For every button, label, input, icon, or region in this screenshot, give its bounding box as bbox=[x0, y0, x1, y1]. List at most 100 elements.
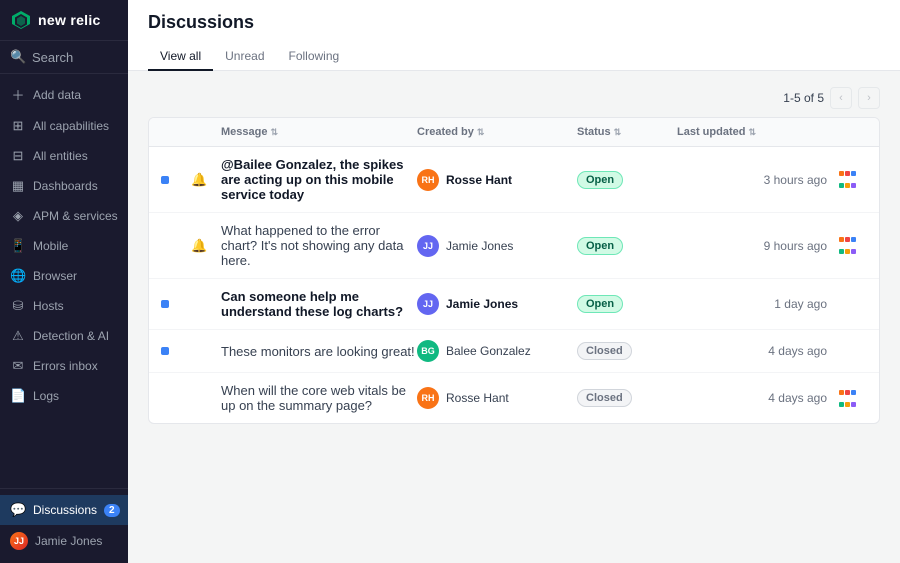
sidebar-search-label: Search bbox=[32, 50, 73, 65]
creator-avatar: RH bbox=[417, 387, 439, 409]
table-area: 1-5 of 5 ‹ › Message ⇅ Created by ⇅ Stat… bbox=[128, 71, 900, 563]
search-icon: 🔍 bbox=[10, 49, 26, 65]
sidebar-item-hosts[interactable]: ⛁ Hosts bbox=[0, 291, 128, 321]
table-row[interactable]: 🔔 @Bailee Gonzalez, the spikes are acting… bbox=[149, 147, 879, 213]
new-relic-action-icon[interactable] bbox=[835, 168, 859, 192]
pagination-next-button[interactable]: › bbox=[858, 87, 880, 109]
creator-name: Rosse Hant bbox=[446, 391, 509, 405]
sidebar-search[interactable]: 🔍 Search bbox=[0, 41, 128, 74]
sidebar-item-hosts-label: Hosts bbox=[33, 299, 64, 313]
unread-indicator bbox=[161, 347, 191, 355]
last-updated-cell: 3 hours ago bbox=[677, 173, 827, 187]
col-header-status: Status ⇅ bbox=[577, 126, 677, 138]
sidebar-item-errors-inbox[interactable]: ✉ Errors inbox bbox=[0, 351, 128, 381]
status-cell: Open bbox=[577, 295, 677, 313]
discussions-badge: 2 bbox=[104, 504, 120, 517]
sidebar-logo: new relic bbox=[0, 0, 128, 41]
hosts-icon: ⛁ bbox=[10, 298, 26, 314]
bell-cell: 🔔 bbox=[191, 238, 221, 254]
creator-avatar: RH bbox=[417, 169, 439, 191]
sidebar-item-discussions-label: Discussions bbox=[33, 503, 97, 517]
sidebar-item-user[interactable]: JJ Jamie Jones bbox=[0, 525, 128, 557]
creator-cell: JJ Jamie Jones bbox=[417, 235, 577, 257]
sidebar-item-all-capabilities[interactable]: ⊞ All capabilities bbox=[0, 111, 128, 141]
main-content: Discussions View all Unread Following 1-… bbox=[128, 0, 900, 563]
sidebar-item-dashboards-label: Dashboards bbox=[33, 179, 98, 193]
table-controls: 1-5 of 5 ‹ › bbox=[148, 87, 880, 109]
message-cell: Can someone help me understand these log… bbox=[221, 289, 417, 319]
sidebar-user-label: Jamie Jones bbox=[35, 534, 102, 548]
status-cell: Open bbox=[577, 171, 677, 189]
creator-name: Jamie Jones bbox=[446, 297, 518, 311]
sidebar-item-browser-label: Browser bbox=[33, 269, 77, 283]
tab-following[interactable]: Following bbox=[277, 43, 352, 71]
message-cell: @Bailee Gonzalez, the spikes are acting … bbox=[221, 157, 417, 202]
table-row[interactable]: Can someone help me understand these log… bbox=[149, 279, 879, 330]
creator-cell: RH Rosse Hant bbox=[417, 169, 577, 191]
sidebar-item-dashboards[interactable]: ▦ Dashboards bbox=[0, 171, 128, 201]
bell-icon: 🔔 bbox=[191, 172, 207, 188]
creator-avatar: JJ bbox=[417, 235, 439, 257]
creator-cell: RH Rosse Hant bbox=[417, 387, 577, 409]
unread-dot bbox=[161, 300, 169, 308]
sidebar-item-add-data[interactable]: ＋ Add data bbox=[0, 78, 128, 111]
message-sort-icon: ⇅ bbox=[270, 127, 278, 138]
sidebar-item-detection-ai-label: Detection & AI bbox=[33, 329, 109, 343]
table-row[interactable]: 🔔 What happened to the error chart? It's … bbox=[149, 213, 879, 279]
sidebar-item-browser[interactable]: 🌐 Browser bbox=[0, 261, 128, 291]
new-relic-action-icon[interactable] bbox=[835, 386, 859, 410]
sidebar-item-logs-label: Logs bbox=[33, 389, 59, 403]
new-relic-action-icon[interactable] bbox=[835, 234, 859, 258]
status-cell: Closed bbox=[577, 389, 677, 407]
user-avatar: JJ bbox=[10, 532, 28, 550]
pagination-prev-button[interactable]: ‹ bbox=[830, 87, 852, 109]
last-updated-cell: 4 days ago bbox=[677, 344, 827, 358]
browser-icon: 🌐 bbox=[10, 268, 26, 284]
pagination-text: 1-5 of 5 bbox=[783, 91, 824, 105]
creator-name: Jamie Jones bbox=[446, 239, 513, 253]
sidebar-item-all-capabilities-label: All capabilities bbox=[33, 119, 109, 133]
discussions-icon: 💬 bbox=[10, 502, 26, 518]
message-cell: What happened to the error chart? It's n… bbox=[221, 223, 417, 268]
message-cell: These monitors are looking great! bbox=[221, 344, 417, 359]
tab-view-all[interactable]: View all bbox=[148, 43, 213, 71]
entities-icon: ⊟ bbox=[10, 148, 26, 164]
sidebar-item-errors-inbox-label: Errors inbox bbox=[33, 359, 98, 373]
table-row[interactable]: These monitors are looking great!BGBalee… bbox=[149, 330, 879, 373]
sidebar-item-logs[interactable]: 📄 Logs bbox=[0, 381, 128, 411]
bell-icon: 🔔 bbox=[191, 238, 207, 254]
sidebar-item-discussions[interactable]: 💬 Discussions 2 bbox=[0, 495, 128, 525]
creator-cell: BGBalee Gonzalez bbox=[417, 340, 577, 362]
actions-cell bbox=[827, 386, 867, 410]
sidebar-brand-name: new relic bbox=[38, 12, 101, 28]
status-badge: Open bbox=[577, 237, 623, 255]
status-badge: Open bbox=[577, 295, 623, 313]
updated-sort-icon: ⇅ bbox=[748, 127, 756, 138]
tab-unread[interactable]: Unread bbox=[213, 43, 276, 71]
sidebar-item-apm-services[interactable]: ◈ APM & services bbox=[0, 201, 128, 231]
sidebar-item-mobile-label: Mobile bbox=[33, 239, 68, 253]
sidebar-item-all-entities-label: All entities bbox=[33, 149, 88, 163]
detection-icon: ⚠ bbox=[10, 328, 26, 344]
col-header-message: Message ⇅ bbox=[221, 126, 417, 138]
created-sort-icon: ⇅ bbox=[477, 127, 485, 138]
status-cell: Closed bbox=[577, 342, 677, 360]
actions-cell bbox=[827, 234, 867, 258]
col-header-indicator bbox=[161, 126, 191, 138]
table-row[interactable]: When will the core web vitals be up on t… bbox=[149, 373, 879, 423]
sidebar-item-all-entities[interactable]: ⊟ All entities bbox=[0, 141, 128, 171]
sidebar-footer: 💬 Discussions 2 JJ Jamie Jones bbox=[0, 488, 128, 563]
col-header-created-by: Created by ⇅ bbox=[417, 126, 577, 138]
errors-icon: ✉ bbox=[10, 358, 26, 374]
sidebar-item-detection-ai[interactable]: ⚠ Detection & AI bbox=[0, 321, 128, 351]
page-title: Discussions bbox=[148, 12, 880, 33]
sidebar-item-apm-services-label: APM & services bbox=[33, 209, 118, 223]
col-header-bell bbox=[191, 126, 221, 138]
logs-icon: 📄 bbox=[10, 388, 26, 404]
mobile-icon: 📱 bbox=[10, 238, 26, 254]
last-updated-cell: 4 days ago bbox=[677, 391, 827, 405]
table-header: Message ⇅ Created by ⇅ Status ⇅ Last upd… bbox=[149, 118, 879, 147]
sidebar-item-mobile[interactable]: 📱 Mobile bbox=[0, 231, 128, 261]
creator-name: Rosse Hant bbox=[446, 173, 512, 187]
discussions-table: Message ⇅ Created by ⇅ Status ⇅ Last upd… bbox=[148, 117, 880, 424]
